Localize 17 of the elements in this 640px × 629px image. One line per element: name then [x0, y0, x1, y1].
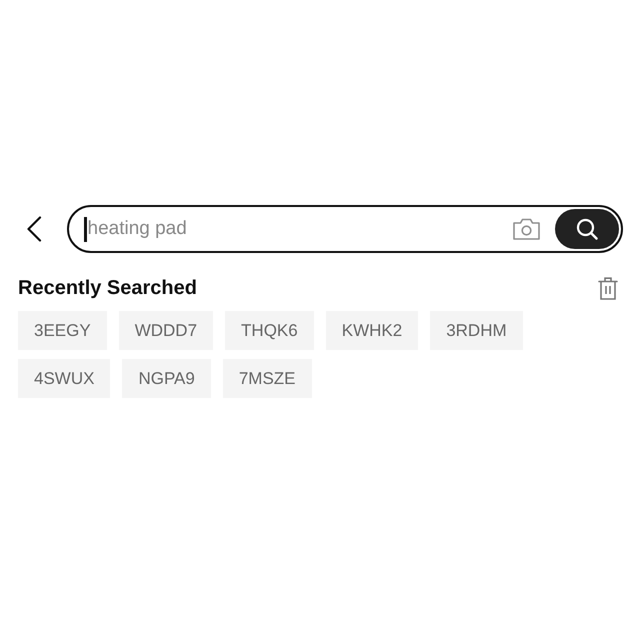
chevron-left-icon — [26, 216, 42, 242]
camera-icon — [512, 218, 540, 240]
recent-search-chip[interactable]: NGPA9 — [122, 359, 211, 398]
recent-search-chip[interactable]: WDDD7 — [118, 311, 214, 350]
recent-search-chip[interactable]: 4SWUX — [18, 359, 110, 398]
recent-search-chip[interactable]: 3RDHM — [430, 311, 523, 350]
recent-search-chip[interactable]: 7MSZE — [222, 359, 312, 398]
recent-search-chip[interactable]: KWHK2 — [326, 311, 418, 350]
recent-search-chip[interactable]: THQK6 — [225, 311, 314, 350]
clear-history-button[interactable] — [597, 276, 619, 300]
search-bar[interactable]: heating pad — [67, 205, 623, 253]
search-icon — [576, 218, 598, 240]
search-input[interactable]: heating pad — [88, 214, 511, 244]
trash-icon — [598, 276, 618, 300]
section-title: Recently Searched — [18, 276, 197, 300]
recent-search-chip[interactable]: 3EEGY — [18, 311, 107, 350]
search-button[interactable] — [555, 209, 619, 249]
